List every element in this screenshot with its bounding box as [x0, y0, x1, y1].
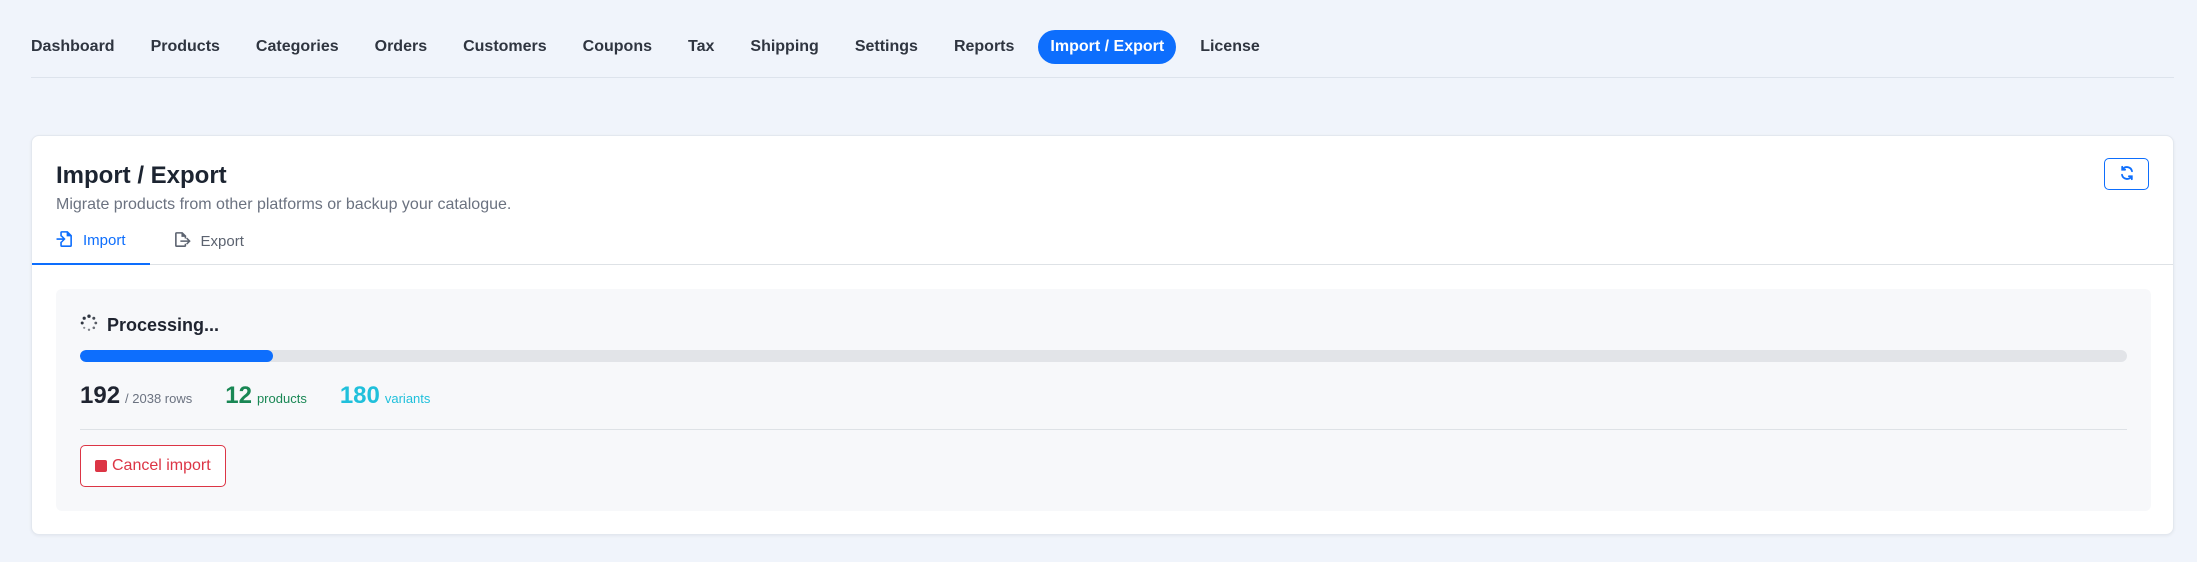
import-stats: 192 / 2038 rows 12 products 180 variants — [80, 382, 430, 410]
progress-fill — [80, 350, 273, 362]
import-export-card: Import / Export Migrate products from ot… — [31, 135, 2174, 535]
stop-icon — [95, 460, 107, 472]
rows-total: / 2038 rows — [125, 391, 193, 406]
tab-import[interactable]: Import — [32, 218, 150, 265]
nav-tax[interactable]: Tax — [676, 30, 726, 64]
tab-export[interactable]: Export — [150, 218, 268, 265]
processing-header: Processing... — [80, 314, 219, 337]
nav-coupons[interactable]: Coupons — [571, 30, 664, 64]
variants-count: 180 — [339, 382, 380, 409]
top-nav: Dashboard Products Categories Orders Cus… — [31, 29, 2174, 78]
nav-shipping[interactable]: Shipping — [738, 30, 830, 64]
tab-export-label: Export — [200, 233, 244, 250]
variants-stat: 180 variants — [340, 382, 431, 410]
nav-products[interactable]: Products — [139, 30, 232, 64]
products-label: products — [256, 391, 307, 406]
tab-bar: Import Export — [32, 218, 2173, 265]
nav-categories[interactable]: Categories — [244, 30, 351, 64]
refresh-button[interactable] — [2104, 158, 2149, 190]
nav-license[interactable]: License — [1188, 30, 1272, 64]
rows-stat: 192 / 2038 rows — [80, 382, 192, 410]
spinner-icon — [80, 314, 98, 337]
progress-bar — [80, 350, 2127, 362]
nav-customers[interactable]: Customers — [451, 30, 559, 64]
import-progress-panel: Processing... 192 / 2038 rows 12 product… — [56, 289, 2151, 511]
page-title: Import / Export — [56, 162, 227, 189]
refresh-icon — [2119, 165, 2135, 184]
products-stat: 12 products — [225, 382, 307, 410]
file-import-icon — [56, 230, 73, 251]
products-count: 12 — [225, 382, 252, 409]
nav-settings[interactable]: Settings — [843, 30, 930, 64]
processing-title: Processing... — [107, 315, 220, 335]
nav-reports[interactable]: Reports — [942, 30, 1026, 64]
divider — [80, 429, 2127, 430]
cancel-import-label: Cancel import — [112, 457, 211, 474]
cancel-import-button[interactable]: Cancel import — [80, 445, 226, 487]
page-subtitle: Migrate products from other platforms or… — [56, 196, 512, 213]
nav-dashboard[interactable]: Dashboard — [20, 30, 127, 64]
tab-import-label: Import — [83, 232, 126, 249]
file-export-icon — [174, 231, 191, 252]
nav-orders[interactable]: Orders — [363, 30, 439, 64]
variants-label: variants — [384, 391, 431, 406]
rows-processed: 192 — [80, 382, 121, 409]
nav-import-export[interactable]: Import / Export — [1038, 29, 1177, 64]
